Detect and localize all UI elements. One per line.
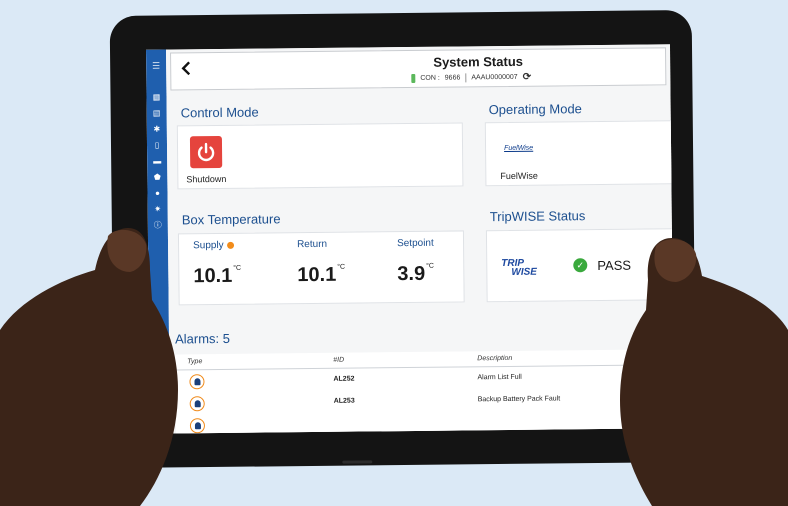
fuelwise-logo: FuelWise [504,144,534,153]
control-mode-status: Shutdown [186,173,227,185]
dashboard-icon[interactable]: ▦ [146,90,166,106]
power-icon [197,142,215,162]
alarm-description: Alarm List Full [477,373,522,382]
check-icon: ✓ [573,258,588,273]
gear-icon[interactable]: ✷ [148,202,168,218]
operating-mode-status: FuelWise [500,170,538,182]
tripwise-title: TripWISE Status [489,208,586,225]
supply-value: 10.1 [193,264,233,288]
bell-icon [189,374,205,390]
refresh-icon[interactable]: ⟳ [523,72,532,83]
info-icon[interactable]: ⓘ [148,218,168,234]
control-mode-card: Shutdown [176,122,464,190]
toolbox-icon[interactable]: ▬ [147,154,167,170]
tablet-screen: ☰ ▦ ▤ ✱ ▯ ▬ ⬟ ● ✷ ⓘ System Status CON : … [146,44,674,434]
alarm-description: Backup Battery Pack Fault [477,395,561,404]
bell-icon [189,396,205,412]
tripwise-logo-wise: WISE [511,266,537,278]
tripwise-logo: TRIP WISE [501,258,537,278]
con-value: 9666 [444,74,461,82]
unit-info: CON : 9666 AAAU0000007 ⟳ [411,72,531,84]
shield-icon[interactable]: ⬟ [147,170,167,186]
column-description: Description [477,354,513,363]
supply-indicator-icon [226,241,234,249]
operating-mode-card: FuelWise FuelWise [484,120,674,187]
return-value: 10.1 [297,263,337,287]
operating-mode-title: Operating Mode [488,101,582,118]
user-icon[interactable]: ● [147,186,167,202]
supply-temp: Supply 10.1°C [193,240,241,288]
unit-id: AAAU0000007 [471,73,518,82]
menu-icon[interactable]: ☰ [146,58,166,74]
supply-unit: °C [233,264,242,272]
alarm-id: AL253 [333,397,355,405]
return-unit: °C [337,263,346,271]
column-id: #ID [333,356,345,364]
column-type: Type [187,358,203,366]
setpoint-temp: Setpoint 3.9°C [397,238,434,286]
supply-label: Supply [193,239,224,252]
return-label: Return [296,238,328,251]
power-button[interactable] [189,135,223,169]
tripwise-status: PASS [597,257,632,274]
app-content: System Status CON : 9666 AAAU0000007 ⟳ C… [166,44,674,434]
alarms-title: Alarms: 5 [174,330,231,347]
alarm-id: AL252 [333,375,355,383]
battery-icon [411,73,416,83]
control-mode-title: Control Mode [180,104,259,121]
calendar-icon[interactable]: ▤ [147,106,167,122]
settings-gear-icon[interactable]: ✱ [147,122,167,138]
device-icon[interactable]: ▯ [147,138,167,154]
page-title: System Status [433,53,524,70]
tripwise-card: TRIP WISE ✓ PASS [485,228,674,303]
bell-icon [189,418,206,434]
box-temperature-title: Box Temperature [181,211,281,228]
header-bar: System Status CON : 9666 AAAU0000007 ⟳ [170,47,667,91]
setpoint-value: 3.9 [397,262,426,286]
tablet-home-indicator [342,460,373,464]
setpoint-unit: °C [426,262,434,270]
alarms-table: Type #ID Description AL252 Alarm List Fu… [175,349,674,434]
divider [465,73,467,83]
box-temperature-card: Supply 10.1°C Return 10.1°C Setpoint 3.9… [177,230,465,306]
return-temp: Return 10.1°C [297,239,345,287]
con-label: CON : [420,74,440,82]
setpoint-label: Setpoint [396,237,434,250]
